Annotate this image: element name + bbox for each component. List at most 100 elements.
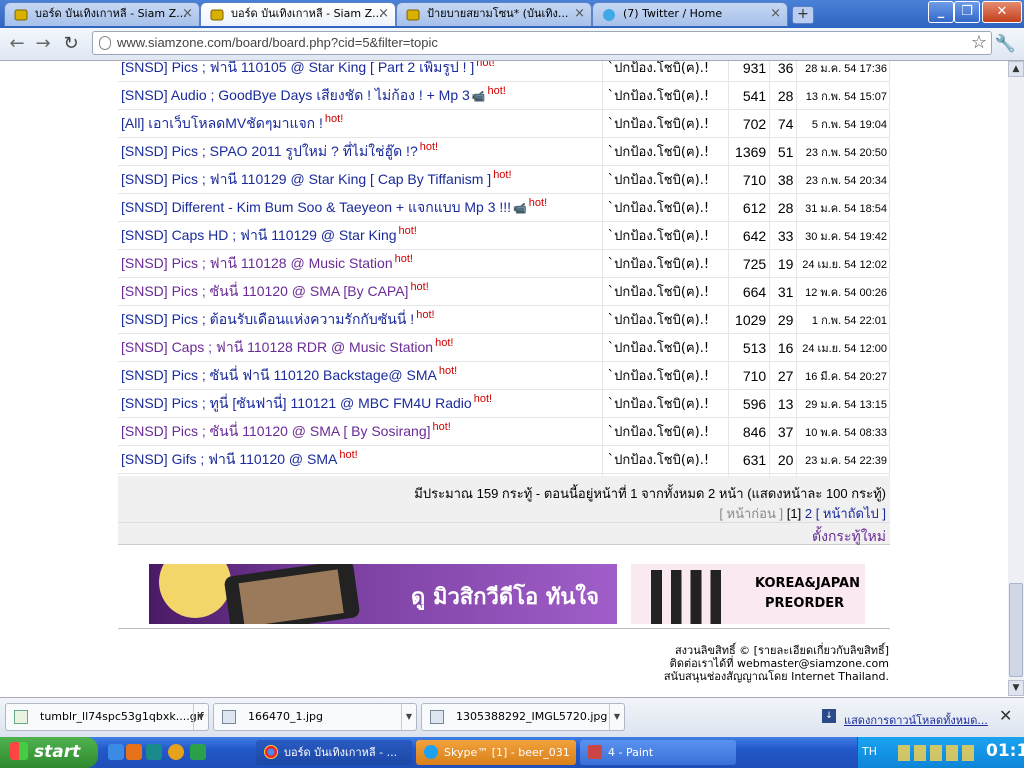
- topic-link[interactable]: [SNSD] Pics ; SPAO 2011 รูปใหม่ ? ที่ไม่…: [121, 143, 418, 159]
- reload-icon[interactable]: ↻: [60, 33, 82, 55]
- topic-link[interactable]: [All] เอาเว็บโหลดMVชัดๆมาแจก !: [121, 115, 323, 131]
- bookmark-star-icon[interactable]: ☆: [971, 32, 987, 53]
- poster-cell[interactable]: `ปกป้อง.โชบิ(ฅ).!: [602, 361, 729, 390]
- poster-cell[interactable]: `ปกป้อง.โชบิ(ฅ).!: [602, 165, 729, 194]
- vertical-scrollbar[interactable]: ▲ ▼: [1008, 61, 1024, 696]
- pager-next[interactable]: [ หน้าถัดไป ]: [816, 506, 886, 521]
- poster-cell[interactable]: `ปกป้อง.โชบิ(ฅ).!: [602, 81, 729, 110]
- topic-row[interactable]: [SNSD] Caps ; ฟานี 110128 RDR @ Music St…: [118, 333, 890, 362]
- task-skype[interactable]: Skype™ [1] - beer_031: [416, 740, 576, 765]
- tab-siamzone-board-1[interactable]: บอร์ด บันเทิงเกาหลี - Siam Z... ×: [4, 2, 200, 26]
- topic-title-cell[interactable]: [SNSD] Pics ; ต้อนรับเดือนแห่งความรักกับ…: [118, 305, 603, 334]
- topic-link[interactable]: [SNSD] Different - Kim Bum Soo & Taeyeon…: [121, 199, 511, 215]
- tab-siamzone-banter[interactable]: ป้ายบายสยามโซน* (บันเทิง... ×: [396, 2, 592, 26]
- tab-siamzone-board-2[interactable]: บอร์ด บันเทิงเกาหลี - Siam Z... ×: [200, 2, 396, 26]
- quicklaunch-icon[interactable]: [146, 744, 162, 760]
- topic-row[interactable]: [SNSD] Pics ; SPAO 2011 รูปใหม่ ? ที่ไม่…: [118, 137, 890, 166]
- topic-link[interactable]: [SNSD] Pics ; ฟานี 110128 @ Music Statio…: [121, 255, 393, 271]
- tray-icons[interactable]: [898, 745, 978, 761]
- chevron-down-icon[interactable]: ▼: [401, 704, 416, 730]
- close-shelf-icon[interactable]: ✕: [999, 706, 1012, 725]
- poster-cell[interactable]: `ปกป้อง.โชบิ(ฅ).!: [602, 417, 729, 446]
- topic-title-cell[interactable]: [SNSD] Pics ; ฟานี 110129 @ Star King [ …: [118, 165, 603, 194]
- tab-twitter[interactable]: (7) Twitter / Home ×: [592, 2, 788, 26]
- tab-close-icon[interactable]: ×: [574, 3, 585, 25]
- topic-link[interactable]: [SNSD] Pics ; ซันนี่ 110120 @ SMA [ By S…: [121, 423, 431, 439]
- topic-title-cell[interactable]: [SNSD] Gifs ; ฟานี 110120 @ SMA hot!: [118, 445, 603, 474]
- topic-row[interactable]: [SNSD] Different - Kim Bum Soo & Taeyeon…: [118, 193, 890, 222]
- ie-icon[interactable]: [108, 744, 124, 760]
- poster-cell[interactable]: `ปกป้อง.โชบิ(ฅ).!: [602, 221, 729, 250]
- new-topic-link[interactable]: ตั้งกระทู้ใหม่: [812, 526, 886, 548]
- topic-link[interactable]: [SNSD] Pics ; ฟานี 110129 @ Star King [ …: [121, 171, 491, 187]
- minimize-button[interactable]: _: [928, 1, 954, 23]
- wrench-menu-icon[interactable]: 🔧: [995, 34, 1016, 54]
- poster-cell[interactable]: `ปกป้อง.โชบิ(ฅ).!: [602, 277, 729, 306]
- scroll-thumb[interactable]: [1009, 583, 1023, 677]
- topic-row[interactable]: [SNSD] Pics ; ฟานี 110105 @ Star King [ …: [118, 61, 890, 82]
- task-chrome-siamzone[interactable]: บอร์ด บันเทิงเกาหลี - ...: [256, 740, 412, 765]
- topic-link[interactable]: [SNSD] Caps ; ฟานี 110128 RDR @ Music St…: [121, 339, 433, 355]
- new-tab-button[interactable]: +: [792, 6, 814, 24]
- topic-row[interactable]: [SNSD] Pics ; ซันนี่ 110120 @ SMA [ By S…: [118, 417, 890, 446]
- poster-cell[interactable]: `ปกป้อง.โชบิ(ฅ).!: [602, 445, 729, 474]
- topic-link[interactable]: [SNSD] Pics ; ฟานี 110105 @ Star King [ …: [121, 61, 474, 75]
- tab-close-icon[interactable]: ×: [770, 3, 781, 25]
- poster-cell[interactable]: `ปกป้อง.โชบิ(ฅ).!: [602, 249, 729, 278]
- poster-cell[interactable]: `ปกป้อง.โชบิ(ฅ).!: [602, 109, 729, 138]
- topic-title-cell[interactable]: [SNSD] Pics ; ซันนี่ 110120 @ SMA [ By S…: [118, 417, 603, 446]
- tab-close-icon[interactable]: ×: [182, 3, 193, 25]
- topic-row[interactable]: [SNSD] Audio ; GoodBye Days เสียงชัด ! ไ…: [118, 81, 890, 110]
- topic-title-cell[interactable]: [SNSD] Pics ; SPAO 2011 รูปใหม่ ? ที่ไม่…: [118, 137, 603, 166]
- topic-link[interactable]: [SNSD] Pics ; ซันนี่ ฟานี 110120 Backsta…: [121, 367, 437, 383]
- desktop-icon[interactable]: [190, 744, 206, 760]
- topic-row[interactable]: [SNSD] Pics ; ฟานี 110128 @ Music Statio…: [118, 249, 890, 278]
- topic-title-cell[interactable]: [SNSD] Different - Kim Bum Soo & Taeyeon…: [118, 193, 603, 222]
- firefox-icon[interactable]: [126, 744, 142, 760]
- download-item-jpg-1[interactable]: 166470_1.jpg ▼: [213, 703, 417, 731]
- topic-link[interactable]: [SNSD] Pics ; ต้อนรับเดือนแห่งความรักกับ…: [121, 311, 414, 327]
- chevron-down-icon[interactable]: ▼: [193, 704, 208, 730]
- tab-close-icon[interactable]: ×: [378, 3, 389, 25]
- topic-link[interactable]: [SNSD] Pics ; ซันนี่ 110120 @ SMA [By CA…: [121, 283, 408, 299]
- topic-title-cell[interactable]: [SNSD] Caps HD ; ฟานี 110129 @ Star King…: [118, 221, 603, 250]
- address-bar[interactable]: www.siamzone.com/board/board.php?cid=5&f…: [92, 31, 992, 55]
- topic-row[interactable]: [SNSD] Gifs ; ฟานี 110120 @ SMA hot! `ปกป้…: [118, 445, 890, 474]
- scroll-up-icon[interactable]: ▲: [1008, 61, 1024, 77]
- topic-title-cell[interactable]: [SNSD] Audio ; GoodBye Days เสียงชัด ! ไ…: [118, 81, 603, 110]
- task-paint[interactable]: 4 - Paint: [580, 740, 736, 765]
- language-indicator[interactable]: TH: [862, 745, 877, 758]
- media-icon[interactable]: [168, 744, 184, 760]
- preorder-banner[interactable]: KOREA&JAPAN PREORDER: [631, 564, 865, 624]
- poster-cell[interactable]: `ปกป้อง.โชบิ(ฅ).!: [602, 389, 729, 418]
- topic-link[interactable]: [SNSD] Pics ; ทูนี่ [ซันฟานี่] 110121 @ …: [121, 395, 472, 411]
- topic-row[interactable]: [SNSD] Caps HD ; ฟานี 110129 @ Star King…: [118, 221, 890, 250]
- topic-row[interactable]: [SNSD] Pics ; ซันนี่ 110120 @ SMA [By CA…: [118, 277, 890, 306]
- start-button[interactable]: start: [0, 737, 98, 768]
- topic-title-cell[interactable]: [SNSD] Pics ; ซันนี่ ฟานี 110120 Backsta…: [118, 361, 603, 390]
- topic-row[interactable]: [SNSD] Pics ; ฟานี 110129 @ Star King [ …: [118, 165, 890, 194]
- back-icon[interactable]: ←: [6, 33, 28, 55]
- topic-row[interactable]: [SNSD] Pics ; ทูนี่ [ซันฟานี่] 110121 @ …: [118, 389, 890, 418]
- music-video-banner[interactable]: ดู มิวสิกวีดีโอ ทันใจ: [149, 564, 617, 624]
- poster-cell[interactable]: `ปกป้อง.โชบิ(ฅ).!: [602, 61, 729, 82]
- topic-row[interactable]: [All] เอาเว็บโหลดMVชัดๆมาแจก ! hot! `ปกป้อ…: [118, 109, 890, 138]
- topic-title-cell[interactable]: [All] เอาเว็บโหลดMVชัดๆมาแจก ! hot!: [118, 109, 603, 138]
- topic-row[interactable]: [SNSD] Pics ; ซันนี่ ฟานี 110120 Backsta…: [118, 361, 890, 390]
- topic-link[interactable]: [SNSD] Gifs ; ฟานี 110120 @ SMA: [121, 451, 337, 467]
- topic-title-cell[interactable]: [SNSD] Pics ; ซันนี่ 110120 @ SMA [By CA…: [118, 277, 603, 306]
- poster-cell[interactable]: `ปกป้อง.โชบิ(ฅ).!: [602, 333, 729, 362]
- download-item-gif[interactable]: tumblr_ll74spc53g1qbxk....gif ▼: [5, 703, 209, 731]
- copyright-link[interactable]: [รายละเอียดเกี่ยวกับลิขสิทธิ์]: [754, 644, 889, 657]
- topic-title-cell[interactable]: [SNSD] Pics ; ฟานี 110105 @ Star King [ …: [118, 61, 603, 82]
- restore-button[interactable]: ❐: [954, 1, 980, 23]
- poster-cell[interactable]: `ปกป้อง.โชบิ(ฅ).!: [602, 193, 729, 222]
- forward-icon[interactable]: →: [32, 33, 54, 55]
- show-all-downloads-link[interactable]: ↓ แสดงการดาวน์โหลดทั้งหมด...: [822, 709, 988, 729]
- download-item-jpg-2[interactable]: 1305388292_IMGL5720.jpg ▼: [421, 703, 625, 731]
- poster-cell[interactable]: `ปกป้อง.โชบิ(ฅ).!: [602, 137, 729, 166]
- topic-link[interactable]: [SNSD] Audio ; GoodBye Days เสียงชัด ! ไ…: [121, 87, 470, 103]
- pager-page-2[interactable]: 2: [805, 506, 812, 521]
- poster-cell[interactable]: `ปกป้อง.โชบิ(ฅ).!: [602, 305, 729, 334]
- topic-title-cell[interactable]: [SNSD] Caps ; ฟานี 110128 RDR @ Music St…: [118, 333, 603, 362]
